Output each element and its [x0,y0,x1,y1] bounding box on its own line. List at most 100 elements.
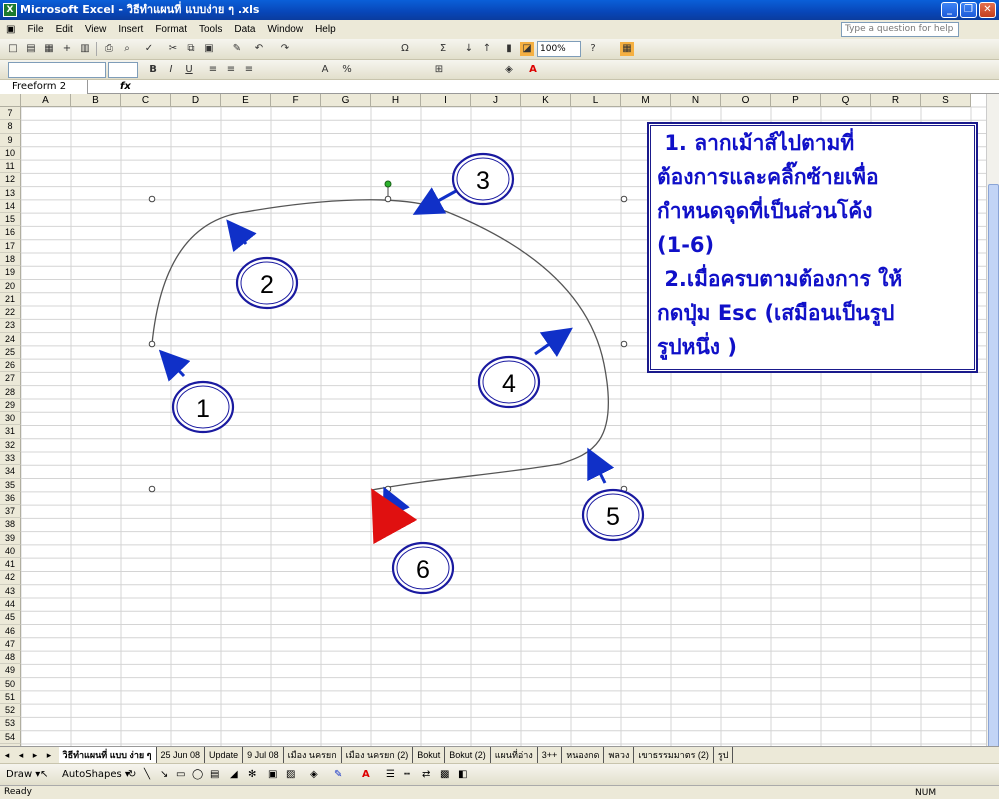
dash-style-icon[interactable]: ┅ [404,764,410,786]
help-icon[interactable]: ? [586,42,600,56]
font-select[interactable] [8,62,106,78]
sheet-tab[interactable]: 3++ [538,747,563,763]
handle-top-left[interactable] [148,195,156,203]
sheet-tab[interactable]: เมือง นครยก [284,747,342,763]
instruction-textbox[interactable]: 1. ลากเม้าส์ไปตามที่ ต้องการและคลิ๊กซ้าย… [647,122,978,373]
percent-icon[interactable]: % [340,63,354,77]
menu-window[interactable]: Window [261,20,309,39]
fill-color-icon[interactable]: ◈ [502,63,516,77]
drawing-toggle-icon[interactable]: ◪ [520,42,534,56]
handle-mid-right[interactable] [620,340,628,348]
spelling-icon[interactable]: ✓ [142,42,156,56]
menu-data[interactable]: Data [228,20,261,39]
font-color-draw-icon[interactable]: A [362,764,370,786]
name-box[interactable]: Freeform 2 [0,80,88,94]
menu-format[interactable]: Format [149,20,193,39]
menu-file[interactable]: File [21,20,49,39]
first-sheet-icon[interactable]: ◂ [0,747,14,763]
email-icon[interactable]: ▥ [78,42,92,56]
underline-button[interactable]: U [182,63,196,77]
maximize-button[interactable]: ❐ [960,2,977,18]
rotate-handle[interactable] [384,180,392,188]
line-icon[interactable]: ╲ [144,764,150,786]
omega-icon[interactable]: Ω [398,42,412,56]
align-right-icon[interactable]: ≡ [242,63,256,77]
zoom-select[interactable]: 100% [537,41,581,57]
line-style-icon[interactable]: ☰ [386,764,395,786]
open-icon[interactable]: ▤ [24,42,38,56]
oval-icon[interactable]: ◯ [192,764,203,786]
handle-top-mid[interactable] [384,195,392,203]
format-painter-icon[interactable]: ✎ [230,42,244,56]
sheet-tab[interactable]: 25 Jun 08 [157,747,206,763]
font-color-icon[interactable]: A [526,63,540,77]
arrow-style-icon[interactable]: ⇄ [422,764,430,786]
scrollbar-thumb[interactable] [988,184,999,754]
sheet-tab[interactable]: วิธีทำแผนที่ แบบ ง่าย ๆ [58,747,157,763]
sheet-tab[interactable]: Bokut [413,747,446,763]
align-center-icon[interactable]: ≡ [224,63,238,77]
textbox-icon[interactable]: ▤ [210,764,219,786]
menu-help[interactable]: Help [309,20,342,39]
line-color-icon[interactable]: ✎ [334,764,342,786]
sheet-tab[interactable]: แผนที่อ่าง [491,747,538,763]
sheet-tab[interactable]: รูป [714,747,734,763]
sheet-tab[interactable]: เขาธรรมมาตร (2) [634,747,714,763]
print-icon[interactable]: ⎙ [102,42,116,56]
minimize-button[interactable]: _ [941,2,958,18]
fx-icon[interactable]: fx [120,80,131,93]
next-sheet-icon[interactable]: ▸ [28,747,42,763]
bold-button[interactable]: B [146,63,160,77]
help-search-input[interactable]: Type a question for help [841,22,959,37]
arrow-icon[interactable]: ↘ [160,764,168,786]
save-icon[interactable]: ▦ [42,42,56,56]
handle-bottom-left[interactable] [148,485,156,493]
select-objects-icon[interactable]: ↖ [40,764,48,786]
chart-wizard-icon[interactable]: ▮ [502,42,516,56]
increase-font-icon[interactable]: A [318,63,332,77]
cut-icon[interactable]: ✂ [166,42,180,56]
diagram-icon[interactable]: ✻ [248,764,256,786]
sheet-tab[interactable]: 9 Jul 08 [243,747,284,763]
borders-icon[interactable]: ⊞ [432,63,446,77]
fill-color-draw-icon[interactable]: ◈ [310,764,318,786]
freeform-curve[interactable] [151,199,609,491]
autosum-icon[interactable]: Σ [436,42,450,56]
picture-icon[interactable]: ▨ [286,764,295,786]
3d-icon[interactable]: ◧ [458,764,467,786]
sheet-tab[interactable]: พลวง [604,747,635,763]
paste-icon[interactable]: ▣ [202,42,216,56]
doc-icon[interactable]: ▣ [0,20,21,39]
sort-ascending-icon[interactable]: ↓ [462,42,476,56]
font-size-select[interactable] [108,62,138,78]
handle-mid-left[interactable] [148,340,156,348]
handle-bottom-mid[interactable] [384,485,392,493]
handle-top-right[interactable] [620,195,628,203]
print-preview-icon[interactable]: ⌕ [120,42,134,56]
vertical-scrollbar[interactable] [986,94,999,754]
clipart-icon[interactable]: ▣ [268,764,277,786]
sheet-tab[interactable]: Bokut (2) [445,747,491,763]
sheet-tab[interactable]: เมือง นครยก (2) [342,747,414,763]
redo-icon[interactable]: ↷ [278,42,292,56]
rectangle-icon[interactable]: ▭ [176,764,185,786]
prev-sheet-icon[interactable]: ◂ [14,747,28,763]
last-sheet-icon[interactable]: ▸ [42,747,56,763]
copy-icon[interactable]: ⧉ [184,42,198,56]
menu-edit[interactable]: Edit [50,20,79,39]
menu-insert[interactable]: Insert [112,20,149,39]
wordart-icon[interactable]: ◢ [230,764,238,786]
autoshapes-menu[interactable]: AutoShapes ▾ [62,764,130,786]
menu-tools[interactable]: Tools [193,20,228,39]
highlight-icon[interactable]: ▦ [620,42,634,56]
align-left-icon[interactable]: ≡ [206,63,220,77]
undo-icon[interactable]: ↶ [252,42,266,56]
italic-button[interactable]: I [164,63,178,77]
menu-view[interactable]: View [79,20,113,39]
freeform-shape-icon[interactable]: ↻ [128,764,136,786]
sort-descending-icon[interactable]: ↑ [480,42,494,56]
draw-menu[interactable]: Draw ▾ [6,764,40,786]
excel-app-icon[interactable]: X [3,3,17,17]
permission-icon[interactable]: + [60,42,74,56]
close-button[interactable]: ✕ [979,2,996,18]
